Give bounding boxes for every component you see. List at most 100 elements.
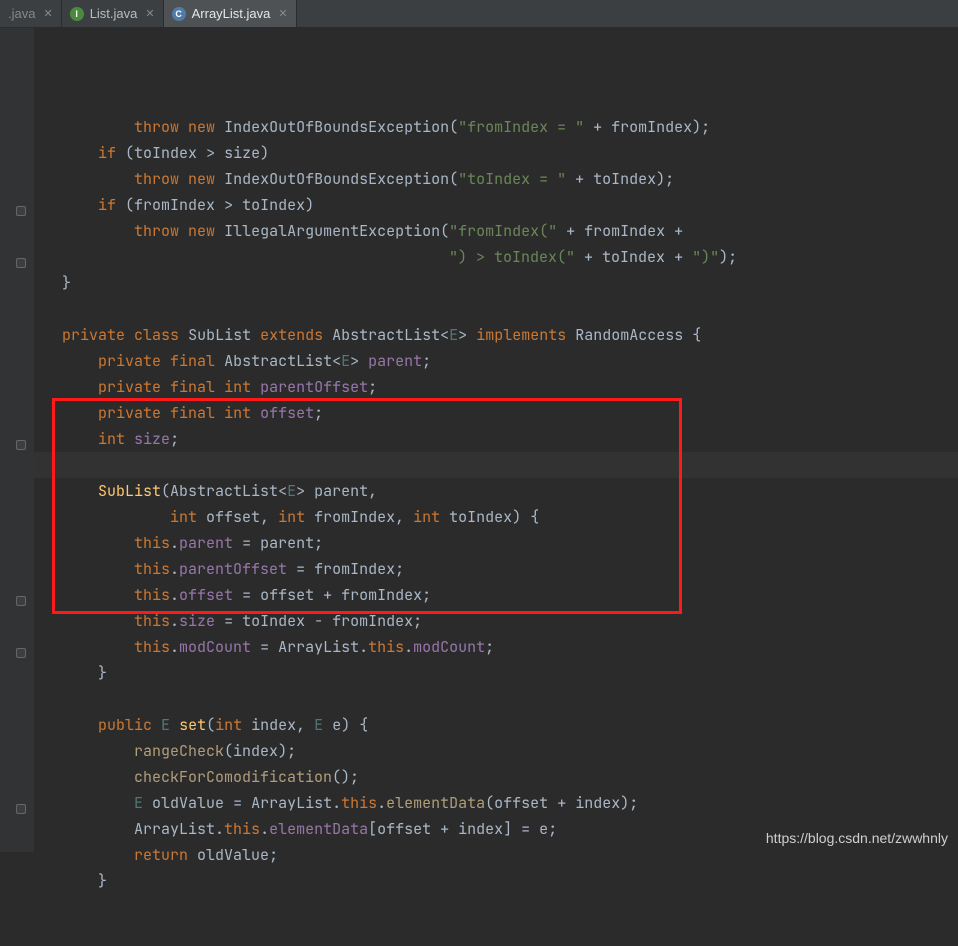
- generic-type: E: [314, 715, 323, 735]
- field-name: offset: [260, 403, 314, 423]
- keyword-int: int: [278, 507, 305, 527]
- generic-type: E: [161, 715, 170, 735]
- code-area[interactable]: throw new IndexOutOfBoundsException("fro…: [34, 28, 958, 852]
- keyword-int: int: [215, 715, 242, 735]
- tab-java-partial[interactable]: .java ✕: [0, 0, 62, 27]
- variable: fromIndex: [611, 117, 692, 137]
- field-name: parent: [368, 351, 422, 371]
- keyword-int: int: [413, 507, 440, 527]
- param: parent: [314, 481, 368, 501]
- brace: }: [98, 663, 107, 683]
- param: fromIndex: [314, 507, 395, 527]
- variable: fromIndex: [332, 611, 413, 631]
- keyword-throw: throw: [134, 169, 179, 189]
- method-call: elementData: [386, 793, 485, 813]
- type: AbstractList: [170, 481, 278, 501]
- param: toIndex: [449, 507, 512, 527]
- variable: size: [224, 143, 260, 163]
- brace: }: [62, 273, 71, 293]
- generic-type: E: [134, 793, 143, 813]
- field-name: size: [134, 429, 170, 449]
- variable: offset: [494, 793, 548, 813]
- type: IllegalArgumentException: [224, 221, 440, 241]
- string-literal: ")": [692, 247, 719, 267]
- keyword-int: int: [170, 507, 197, 527]
- param: e: [332, 715, 341, 735]
- field-ref: modCount: [179, 637, 251, 657]
- tab-list-java[interactable]: I List.java ✕: [62, 0, 164, 27]
- variable: oldValue: [152, 793, 224, 813]
- code-editor[interactable]: 💡 throw new IndexOutOfBoundsException("f…: [0, 28, 958, 852]
- fold-icon[interactable]: [16, 596, 26, 606]
- keyword-if: if: [98, 195, 116, 215]
- keyword-new: new: [188, 169, 215, 189]
- interface-icon: I: [70, 7, 84, 21]
- variable: offset: [377, 819, 431, 839]
- close-icon[interactable]: ✕: [278, 7, 287, 20]
- type: IndexOutOfBoundsException: [224, 169, 449, 189]
- constructor-name: SubList: [98, 481, 161, 501]
- keyword-this: this: [341, 793, 377, 813]
- keyword-final: final: [170, 403, 215, 423]
- type: RandomAccess: [575, 325, 683, 345]
- type: AbstractList: [332, 325, 440, 345]
- generic-type: E: [449, 325, 458, 345]
- fold-icon[interactable]: [16, 440, 26, 450]
- close-icon[interactable]: ✕: [43, 7, 52, 20]
- keyword-throw: throw: [134, 117, 179, 137]
- keyword-int: int: [98, 429, 125, 449]
- variable: parent: [260, 533, 314, 553]
- class-name: SubList: [188, 325, 251, 345]
- variable: toIndex: [242, 195, 305, 215]
- keyword-private: private: [98, 351, 161, 371]
- keyword-new: new: [188, 221, 215, 241]
- gutter: [0, 28, 34, 852]
- class-icon: C: [172, 7, 186, 21]
- string-literal: "fromIndex = ": [458, 117, 584, 137]
- keyword-class: class: [134, 325, 179, 345]
- tab-label: List.java: [90, 6, 138, 21]
- type: ArrayList: [251, 793, 332, 813]
- variable: fromIndex: [134, 195, 215, 215]
- keyword-return: return: [134, 845, 188, 865]
- method-call: rangeCheck: [134, 741, 224, 761]
- keyword-if: if: [98, 143, 116, 163]
- editor-tabs: .java ✕ I List.java ✕ C ArrayList.java ✕: [0, 0, 958, 28]
- string-literal: "fromIndex(": [449, 221, 557, 241]
- type: ArrayList: [278, 637, 359, 657]
- keyword-private: private: [98, 403, 161, 423]
- variable: fromIndex: [584, 221, 665, 241]
- keyword-this: this: [134, 637, 170, 657]
- param: index: [251, 715, 296, 735]
- keyword-throw: throw: [134, 221, 179, 241]
- tab-label: ArrayList.java: [192, 6, 271, 21]
- keyword-this: this: [368, 637, 404, 657]
- method-call: checkForComodification: [134, 767, 332, 787]
- string-literal: ") > toIndex(": [449, 247, 575, 267]
- fold-icon[interactable]: [16, 206, 26, 216]
- keyword-this: this: [134, 559, 170, 579]
- keyword-new: new: [188, 117, 215, 137]
- field-ref: offset: [179, 585, 233, 605]
- tab-arraylist-java[interactable]: C ArrayList.java ✕: [164, 0, 297, 27]
- variable: index: [575, 793, 620, 813]
- generic-type: E: [341, 351, 350, 371]
- field-ref: parentOffset: [179, 559, 287, 579]
- field-ref: parent: [179, 533, 233, 553]
- field-ref: size: [179, 611, 215, 631]
- variable: index: [233, 741, 278, 761]
- keyword-int: int: [224, 403, 251, 423]
- string-literal: "toIndex = ": [458, 169, 566, 189]
- keyword-implements: implements: [476, 325, 566, 345]
- fold-icon[interactable]: [16, 258, 26, 268]
- variable: fromIndex: [341, 585, 422, 605]
- variable: fromIndex: [314, 559, 395, 579]
- keyword-private: private: [98, 377, 161, 397]
- fold-icon[interactable]: [16, 804, 26, 814]
- close-icon[interactable]: ✕: [145, 7, 154, 20]
- fold-icon[interactable]: [16, 648, 26, 658]
- keyword-final: final: [170, 351, 215, 371]
- keyword-final: final: [170, 377, 215, 397]
- field-ref: elementData: [269, 819, 368, 839]
- keyword-private: private: [62, 325, 125, 345]
